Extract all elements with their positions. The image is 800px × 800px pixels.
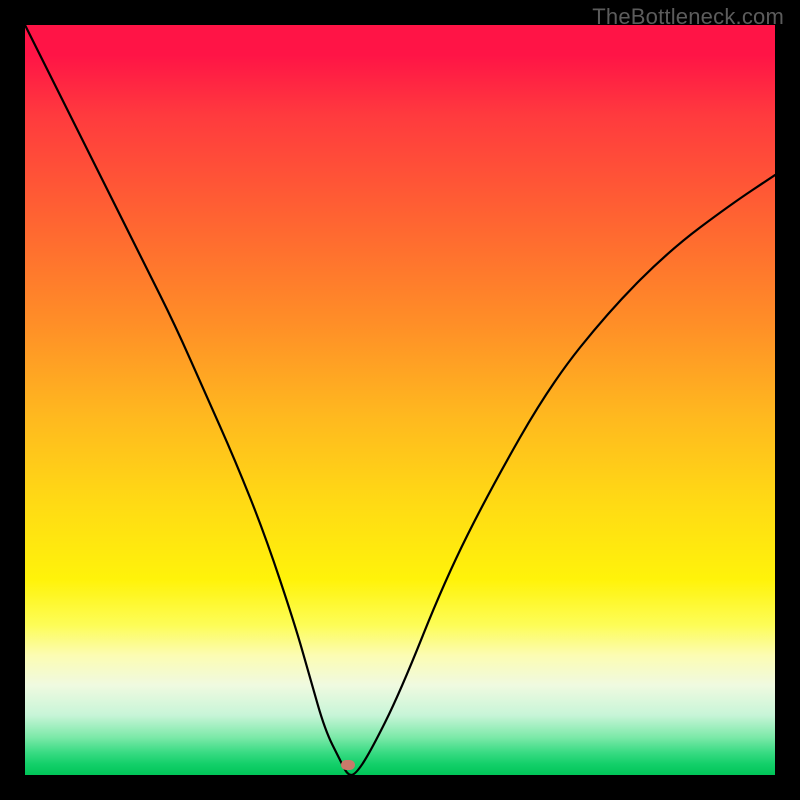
optimum-marker bbox=[341, 760, 355, 770]
curve-path bbox=[25, 25, 775, 775]
bottleneck-curve bbox=[25, 25, 775, 775]
plot-area bbox=[25, 25, 775, 775]
chart-frame: TheBottleneck.com bbox=[0, 0, 800, 800]
